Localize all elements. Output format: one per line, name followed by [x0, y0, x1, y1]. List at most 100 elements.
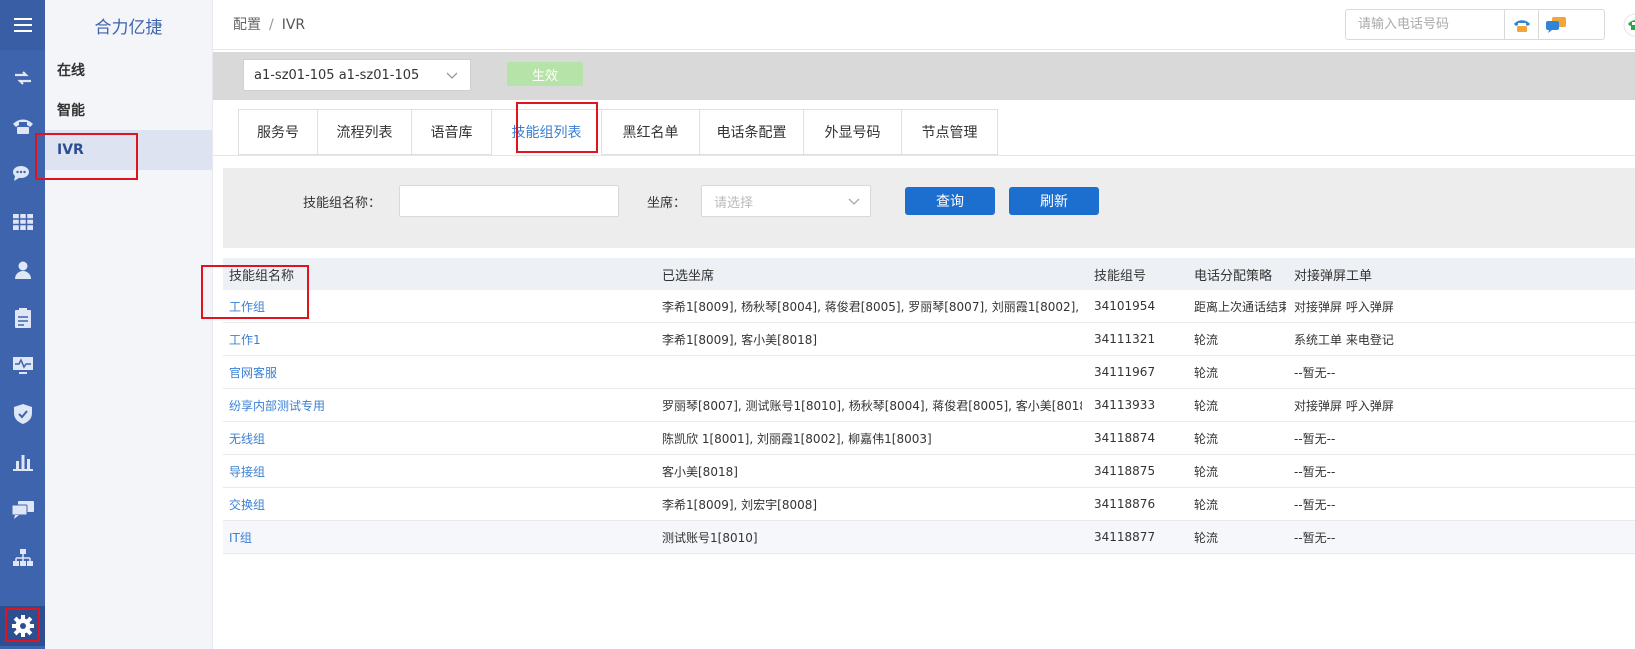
status-phone-icon[interactable] [1623, 13, 1635, 37]
table-row: 纷享内部测试专用 罗丽琴[8007], 测试账号1[8010], 杨秋琴[800… [223, 389, 1635, 422]
ivr-tabs: 服务号 流程列表 语音库 技能组列表 黑红名单 电话条配置 外显号码 节点管理 [238, 109, 998, 155]
strategy-cell: 轮流 [1188, 364, 1288, 381]
agents-cell: 陈凯欣 1[8001], 刘丽霞1[8002], 柳嘉伟1[8003] [656, 430, 1088, 447]
skill-group-link[interactable]: 官网客服 [223, 364, 656, 381]
agents-text: 李希1[8009], 刘宏宇[8008] [662, 497, 818, 512]
agents-cell: 李希1[8009], 客小美[8018] [656, 331, 1088, 348]
table-row: 工作组 李希1[8009], 杨秋琴[8004], 蒋俊君[8005], 罗丽琴… [223, 290, 1635, 323]
table-row: 无线组 陈凯欣 1[8001], 刘丽霞1[8002], 柳嘉伟1[8003] … [223, 422, 1635, 455]
tab-voice-library[interactable]: 语音库 [412, 109, 492, 155]
telephone-icon[interactable] [0, 106, 45, 146]
tab-phone-bar-config[interactable]: 电话条配置 [700, 109, 804, 155]
agent-select-placeholder: 请选择 [714, 195, 754, 211]
skill-group-table: 技能组名称 已选坐席 技能组号 电话分配策略 对接弹屏工单 工作组 李希1[80… [223, 258, 1635, 554]
table-row: IT组 测试账号1[8010] 34118877 轮流 --暂无-- [223, 521, 1635, 554]
tabs-baseline [213, 155, 1635, 156]
grid-icon[interactable] [0, 202, 45, 242]
bar-chart-icon[interactable] [0, 442, 45, 482]
sidebar-item-online[interactable]: 在线 [45, 50, 212, 90]
apply-button[interactable]: 生效 [507, 62, 583, 86]
strategy-text: 轮流 [1194, 464, 1219, 479]
strategy-text: 轮流 [1194, 497, 1219, 512]
query-button[interactable]: 查询 [905, 187, 995, 215]
icon-rail [0, 0, 45, 649]
sidebar-item-intelligent[interactable]: 智能 [45, 90, 212, 130]
skill-group-name-label: 技能组名称： [303, 196, 382, 211]
ticket-cell: --暂无-- [1294, 431, 1336, 446]
skill-group-link[interactable]: 工作1 [223, 331, 656, 348]
skill-group-link[interactable]: IT组 [223, 529, 656, 546]
skill-group-link[interactable]: 导接组 [223, 463, 656, 480]
group-number-cell: 34111321 [1094, 332, 1156, 346]
breadcrumb-current: IVR [281, 17, 306, 33]
agents-cell: 测试账号1[8010] [656, 529, 1088, 546]
secondary-sidebar: 合力亿捷 在线 智能 IVR [45, 0, 213, 649]
strategy-text: 轮流 [1194, 530, 1219, 545]
dial-phone-icon[interactable] [1504, 10, 1538, 39]
header-agents: 已选坐席 [662, 268, 715, 284]
skill-group-link[interactable]: 交换组 [223, 496, 656, 513]
skill-group-link[interactable]: 无线组 [223, 430, 656, 447]
org-chart-icon[interactable] [0, 538, 45, 578]
agents-text: 客小美[8018] [662, 464, 738, 479]
agents-cell: 李希1[8009], 刘宏宇[8008] [656, 496, 1088, 513]
tab-display-number[interactable]: 外显号码 [804, 109, 902, 155]
transfer-icon[interactable] [0, 58, 45, 98]
chat-bubble-icon[interactable] [1538, 10, 1572, 39]
agents-text: 李希1[8009], 客小美[8018] [662, 332, 818, 347]
chevron-down-icon [446, 72, 458, 79]
tab-skill-group-list[interactable]: 技能组列表 [492, 109, 602, 155]
shield-icon[interactable] [0, 394, 45, 434]
header-ticket: 对接弹屏工单 [1294, 268, 1373, 284]
agent-select[interactable]: 请选择 [701, 185, 871, 217]
agents-cell: 客小美[8018] [656, 463, 1088, 480]
strategy-cell: 轮流 [1188, 397, 1288, 414]
tab-black-red-list[interactable]: 黑红名单 [602, 109, 700, 155]
tab-service-number[interactable]: 服务号 [238, 109, 318, 155]
tab-flow-list[interactable]: 流程列表 [318, 109, 412, 155]
strategy-cell: 轮流 [1188, 430, 1288, 447]
header-strategy: 电话分配策略 [1194, 268, 1273, 284]
gear-icon[interactable] [0, 606, 45, 646]
table-row: 导接组 客小美[8018] 34118875 轮流 --暂无-- [223, 455, 1635, 488]
strategy-text: 轮流 [1194, 332, 1219, 347]
agents-cell: 罗丽琴[8007], 测试账号1[8010], 杨秋琴[8004], 蒋俊君[8… [656, 397, 1088, 414]
menu-icon[interactable] [0, 0, 45, 50]
ticket-cell: --暂无-- [1294, 530, 1336, 545]
agents-text: 测试账号1[8010] [662, 530, 758, 545]
strategy-text: 轮流 [1194, 431, 1219, 446]
strategy-text: 轮流 [1194, 365, 1219, 380]
refresh-button[interactable]: 刷新 [1009, 187, 1099, 215]
department-select-value: a1-sz01-105 a1-sz01-105 [254, 67, 420, 83]
strategy-text: 轮流 [1194, 398, 1219, 413]
breadcrumb: 配置 / IVR [233, 14, 305, 34]
sidebar-item-ivr[interactable]: IVR [45, 130, 212, 170]
table-row: 交换组 李希1[8009], 刘宏宇[8008] 34118876 轮流 --暂… [223, 488, 1635, 521]
tab-node-management[interactable]: 节点管理 [902, 109, 998, 155]
header-number: 技能组号 [1094, 268, 1147, 284]
ticket-cell: --暂无-- [1294, 464, 1336, 479]
phone-search-box [1345, 9, 1605, 40]
agents-cell: 李希1[8009], 杨秋琴[8004], 蒋俊君[8005], 罗丽琴[800… [656, 298, 1088, 315]
user-icon[interactable] [0, 250, 45, 290]
skill-group-link[interactable]: 工作组 [223, 298, 656, 315]
strategy-cell: 轮流 [1188, 496, 1288, 513]
breadcrumb-separator: / [269, 17, 274, 33]
top-header: 配置 / IVR [213, 0, 1635, 50]
skill-group-name-input[interactable] [399, 185, 619, 217]
chat-icon[interactable] [0, 154, 45, 194]
phone-number-input[interactable] [1346, 10, 1504, 39]
skill-group-link[interactable]: 纷享内部测试专用 [223, 397, 656, 414]
breadcrumb-root[interactable]: 配置 [233, 17, 261, 33]
group-number-cell: 34118877 [1094, 530, 1156, 544]
monitor-icon[interactable] [0, 346, 45, 386]
app-window: 合力亿捷 在线 智能 IVR 配置 / IVR a1-sz01-105 a1-sz0… [0, 0, 1635, 649]
strategy-text: 距离上次通话结束时间最长 [1194, 299, 1286, 314]
group-number-cell: 34118876 [1094, 497, 1156, 511]
ticket-cell: 对接弹屏 呼入弹屏 [1294, 398, 1394, 413]
ticket-cell: --暂无-- [1294, 365, 1336, 380]
department-select[interactable]: a1-sz01-105 a1-sz01-105 [243, 59, 471, 91]
ticket-cell: 系统工单 来电登记 [1294, 332, 1394, 347]
message-icon[interactable] [0, 490, 45, 530]
clipboard-icon[interactable] [0, 298, 45, 338]
